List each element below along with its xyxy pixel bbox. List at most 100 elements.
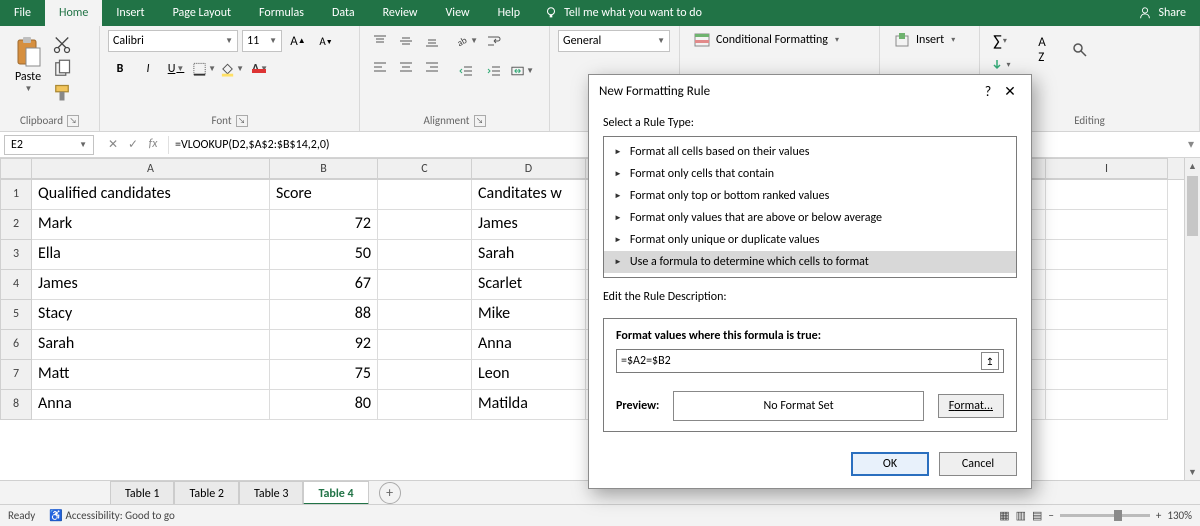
cell[interactable]: Mark [32, 210, 270, 240]
alignment-dialog-launcher[interactable]: ↘ [474, 115, 486, 127]
cell[interactable]: 75 [270, 360, 378, 390]
copy-button[interactable] [52, 60, 72, 78]
clipboard-dialog-launcher[interactable]: ↘ [67, 115, 79, 127]
cell[interactable] [378, 390, 472, 420]
cell[interactable]: Canditates w [472, 180, 586, 210]
scroll-down-button[interactable]: ▼ [1185, 464, 1200, 480]
cell[interactable]: 92 [270, 330, 378, 360]
font-size-combo[interactable]: 11▼ [242, 30, 282, 52]
align-left-button[interactable] [368, 56, 392, 78]
cell[interactable]: 67 [270, 270, 378, 300]
col-header-b[interactable]: B [270, 158, 378, 179]
zoom-out-button[interactable]: − [1048, 509, 1053, 522]
view-normal-button[interactable]: ▦ [999, 509, 1009, 522]
underline-button[interactable]: U▼ [164, 58, 188, 80]
cell[interactable] [1046, 330, 1168, 360]
view-page-break-button[interactable]: ▤ [1032, 509, 1042, 522]
col-header-i[interactable]: I [1046, 158, 1168, 179]
cell[interactable]: 72 [270, 210, 378, 240]
cell[interactable]: Anna [32, 390, 270, 420]
row-header[interactable]: 2 [0, 210, 32, 240]
rule-type-list[interactable]: Format all cells based on their valuesFo… [603, 136, 1017, 278]
align-top-button[interactable] [368, 30, 392, 52]
align-center-button[interactable] [394, 56, 418, 78]
tab-page-layout[interactable]: Page Layout [159, 0, 245, 26]
tab-home[interactable]: Home [45, 0, 102, 26]
cell[interactable] [378, 180, 472, 210]
rule-type-item[interactable]: Format only unique or duplicate values [604, 229, 1016, 251]
collapse-dialog-button[interactable]: ↥ [981, 352, 999, 370]
cell[interactable]: Stacy [32, 300, 270, 330]
row-header[interactable]: 6 [0, 330, 32, 360]
cut-button[interactable] [52, 36, 72, 54]
cell[interactable]: Qualified candidates [32, 180, 270, 210]
cell[interactable] [1046, 300, 1168, 330]
cell[interactable] [1046, 210, 1168, 240]
dialog-help-button[interactable]: ? [977, 83, 999, 100]
cell[interactable]: Sarah [472, 240, 586, 270]
bold-button[interactable]: B [108, 58, 132, 80]
rule-type-item[interactable]: Format only cells that contain [604, 163, 1016, 185]
scroll-up-button[interactable]: ▲ [1185, 158, 1200, 174]
enter-formula-button[interactable]: ✓ [124, 137, 142, 152]
cell[interactable] [378, 270, 472, 300]
cell[interactable]: Sarah [32, 330, 270, 360]
add-sheet-button[interactable]: + [379, 482, 401, 504]
cell[interactable]: Leon [472, 360, 586, 390]
sort-filter-button[interactable]: AZ [1026, 30, 1058, 70]
cell[interactable]: Matilda [472, 390, 586, 420]
cancel-formula-button[interactable]: ✕ [104, 137, 122, 152]
sheet-tab[interactable]: Table 2 [174, 481, 238, 505]
decrease-indent-button[interactable] [454, 60, 478, 82]
cell[interactable]: Anna [472, 330, 586, 360]
cell[interactable] [1046, 390, 1168, 420]
row-header[interactable]: 5 [0, 300, 32, 330]
cell[interactable] [1046, 270, 1168, 300]
cell[interactable]: 80 [270, 390, 378, 420]
dialog-close-button[interactable]: ✕ [999, 83, 1021, 100]
rule-type-item[interactable]: Use a formula to determine which cells t… [604, 251, 1016, 273]
insert-cells-button[interactable]: Insert▾ [888, 30, 971, 50]
col-header-c[interactable]: C [378, 158, 472, 179]
decrease-font-button[interactable]: A▼ [314, 30, 338, 52]
number-format-combo[interactable]: General▼ [558, 30, 670, 52]
col-header-a[interactable]: A [32, 158, 270, 179]
cell[interactable] [378, 360, 472, 390]
tab-formulas[interactable]: Formulas [245, 0, 318, 26]
zoom-slider[interactable] [1060, 514, 1150, 517]
cell[interactable] [1046, 180, 1168, 210]
cell[interactable] [378, 330, 472, 360]
borders-button[interactable]: ▼ [192, 58, 216, 80]
cell[interactable]: 50 [270, 240, 378, 270]
increase-indent-button[interactable] [482, 60, 506, 82]
name-box[interactable]: E2▼ [4, 135, 94, 155]
fill-color-button[interactable]: ▼ [220, 58, 244, 80]
tab-insert[interactable]: Insert [102, 0, 158, 26]
tab-help[interactable]: Help [484, 0, 535, 26]
cell[interactable]: 88 [270, 300, 378, 330]
row-header[interactable]: 4 [0, 270, 32, 300]
align-middle-button[interactable] [394, 30, 418, 52]
view-page-layout-button[interactable]: ▥ [1016, 509, 1026, 522]
conditional-formatting-button[interactable]: Conditional Formatting▾ [688, 30, 871, 50]
accessibility-status[interactable]: ♿ Accessibility: Good to go [49, 509, 174, 522]
orientation-button[interactable]: ab▼ [454, 30, 478, 52]
sheet-tab[interactable]: Table 1 [110, 481, 174, 505]
sheet-tab[interactable]: Table 3 [239, 481, 303, 505]
align-bottom-button[interactable] [420, 30, 444, 52]
col-header-d[interactable]: D [472, 158, 586, 179]
vertical-scrollbar[interactable]: ▲ ▼ [1184, 158, 1200, 480]
tab-review[interactable]: Review [369, 0, 432, 26]
rule-type-item[interactable]: Format only values that are above or bel… [604, 207, 1016, 229]
sheet-tab[interactable]: Table 4 [303, 481, 368, 505]
cell[interactable]: Score [270, 180, 378, 210]
scroll-thumb[interactable] [1187, 176, 1198, 236]
rule-formula-input[interactable]: ↥ [616, 349, 1004, 373]
cell[interactable] [1046, 240, 1168, 270]
increase-font-button[interactable]: A▲ [286, 30, 310, 52]
cell[interactable]: James [32, 270, 270, 300]
cell[interactable]: Scarlet [472, 270, 586, 300]
share-button[interactable]: Share [1124, 6, 1200, 20]
tab-file[interactable]: File [0, 0, 45, 26]
cell[interactable] [378, 300, 472, 330]
